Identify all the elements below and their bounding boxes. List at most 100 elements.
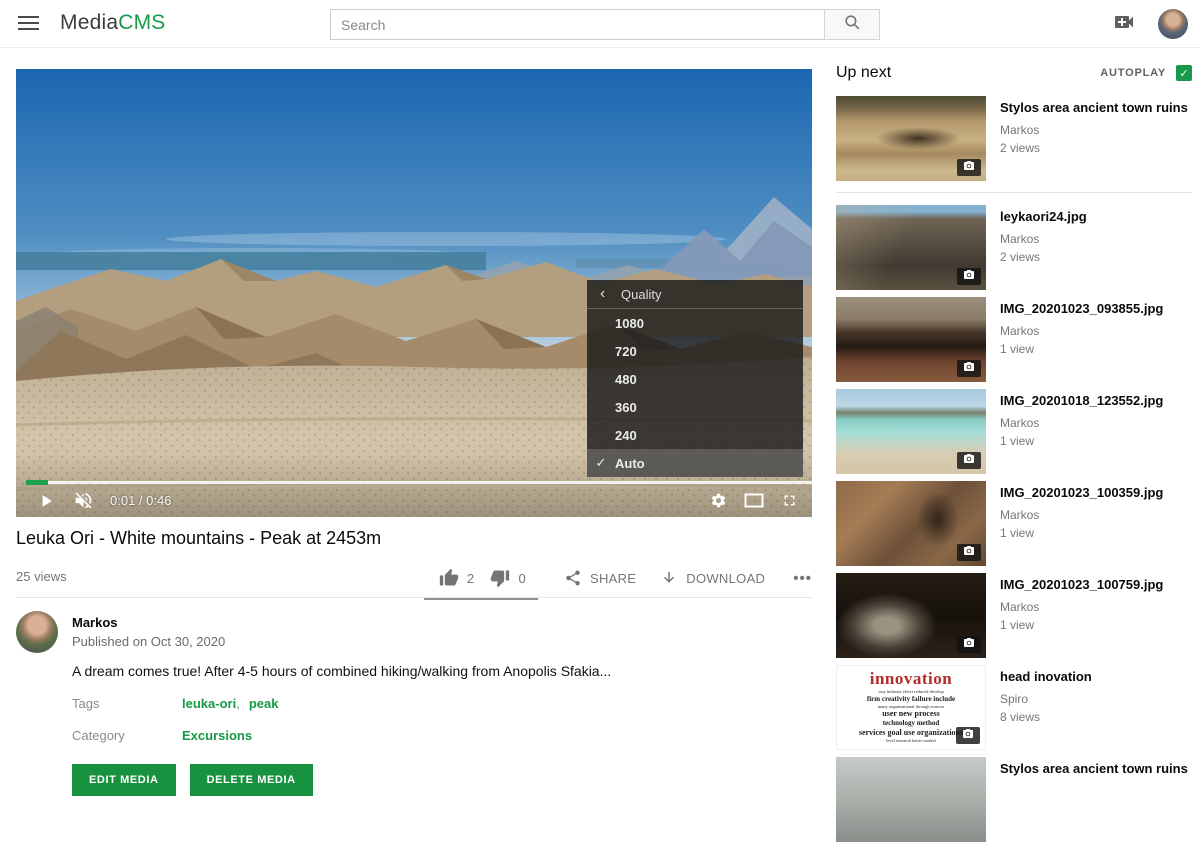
- up-next-item-1[interactable]: Stylos area ancient town ruins Markos 2 …: [836, 96, 1192, 181]
- thumbnail: [836, 297, 986, 382]
- tags-row: Tags leuka-ori, peak: [72, 696, 278, 711]
- quality-menu-title: Quality: [621, 287, 661, 302]
- volume-muted-icon: [73, 490, 94, 511]
- delete-media-button[interactable]: DELETE MEDIA: [190, 764, 313, 796]
- quality-option-240[interactable]: 240: [587, 421, 803, 449]
- search-icon: [843, 13, 862, 37]
- fullscreen-button[interactable]: [781, 492, 798, 509]
- share-button[interactable]: SHARE: [564, 569, 636, 587]
- dislike-button[interactable]: 0: [490, 568, 526, 588]
- top-navbar: MediaCMS: [0, 0, 1200, 48]
- item-views: 2 views: [1000, 141, 1188, 155]
- quality-option-auto[interactable]: ✓ Auto: [587, 449, 803, 477]
- camera-icon: [963, 452, 975, 470]
- author-name[interactable]: Markos: [72, 615, 225, 630]
- divider: [836, 192, 1192, 193]
- item-author: Markos: [1000, 600, 1163, 614]
- tag-link-leuka-ori[interactable]: leuka-ori: [182, 696, 236, 711]
- tags-label: Tags: [72, 696, 182, 711]
- camera-icon: [962, 727, 974, 745]
- edit-media-button[interactable]: EDIT MEDIA: [72, 764, 176, 796]
- item-views: 1 view: [1000, 618, 1163, 632]
- theater-mode-button[interactable]: [744, 493, 764, 508]
- autoplay-label: AUTOPLAY: [1100, 67, 1166, 79]
- up-next-item-3[interactable]: IMG_20201023_093855.jpg Markos 1 view: [836, 297, 1192, 382]
- autoplay-toggle: AUTOPLAY ✓: [1100, 65, 1192, 81]
- search-input[interactable]: [330, 9, 825, 40]
- logo-cms-text: CMS: [118, 11, 165, 34]
- item-title: leykaori24.jpg: [1000, 209, 1087, 224]
- item-title: Stylos area ancient town ruins: [1000, 100, 1188, 115]
- category-link[interactable]: Excursions: [182, 728, 252, 743]
- up-next-item-7[interactable]: innovation way industry effect reduced d…: [836, 665, 1192, 750]
- more-options-button[interactable]: •••: [789, 570, 812, 587]
- item-author: Spiro: [1000, 692, 1092, 706]
- camera-icon: [963, 636, 975, 654]
- author-avatar[interactable]: [16, 611, 58, 653]
- check-icon: ✓: [1179, 67, 1188, 80]
- more-dots-icon: •••: [793, 570, 812, 587]
- media-title: Leuka Ori - White mountains - Peak at 24…: [16, 528, 716, 549]
- up-next-item-6[interactable]: IMG_20201023_100759.jpg Markos 1 view: [836, 573, 1192, 658]
- item-views: 1 view: [1000, 526, 1163, 540]
- download-label: DOWNLOAD: [686, 571, 765, 586]
- menu-icon[interactable]: [18, 16, 39, 31]
- autoplay-checkbox[interactable]: ✓: [1176, 65, 1192, 81]
- search-button[interactable]: [824, 9, 880, 40]
- rating-group: 2 0: [439, 568, 540, 588]
- author-row: Markos Published on Oct 30, 2020: [16, 611, 225, 653]
- up-next-item-5[interactable]: IMG_20201023_100359.jpg Markos 1 view: [836, 481, 1192, 566]
- gear-icon: [710, 492, 727, 509]
- settings-button[interactable]: [710, 492, 727, 509]
- item-views: 1 view: [1000, 342, 1163, 356]
- up-next-item-4[interactable]: IMG_20201018_123552.jpg Markos 1 view: [836, 389, 1192, 474]
- item-title: head inovation: [1000, 669, 1092, 684]
- item-title: IMG_20201023_100359.jpg: [1000, 485, 1163, 500]
- image-type-badge: [957, 159, 981, 176]
- up-next-item-8[interactable]: Stylos area ancient town ruins: [836, 757, 1192, 842]
- tag-separator: ,: [236, 696, 240, 711]
- app-logo[interactable]: MediaCMS: [60, 11, 165, 35]
- quality-menu: ‹ Quality 1080 720 480 360 240 ✓ Auto: [587, 280, 803, 477]
- image-type-badge: [957, 544, 981, 561]
- share-label: SHARE: [590, 571, 636, 586]
- mute-button[interactable]: [73, 490, 94, 511]
- item-views: 8 views: [1000, 710, 1092, 724]
- quality-option-360[interactable]: 360: [587, 393, 803, 421]
- camera-icon: [963, 159, 975, 177]
- image-type-badge: [957, 452, 981, 469]
- category-row: Category Excursions: [72, 728, 252, 743]
- logo-media-text: Media: [60, 11, 118, 34]
- quality-option-720[interactable]: 720: [587, 337, 803, 365]
- search-bar: [330, 9, 880, 40]
- item-author: Markos: [1000, 232, 1087, 246]
- quality-menu-header[interactable]: ‹ Quality: [587, 280, 803, 309]
- quality-option-480[interactable]: 480: [587, 365, 803, 393]
- user-avatar[interactable]: [1158, 9, 1188, 39]
- up-next-sidebar: Up next AUTOPLAY ✓ Stylos area ancient t…: [836, 60, 1192, 849]
- camera-icon: [963, 544, 975, 562]
- tag-link-peak[interactable]: peak: [249, 696, 279, 711]
- chevron-left-icon: ‹: [600, 285, 621, 303]
- item-views: 2 views: [1000, 250, 1087, 264]
- image-type-badge: [957, 360, 981, 377]
- media-description: A dream comes true! After 4-5 hours of c…: [72, 663, 712, 679]
- player-controls: 0:01 / 0:46: [16, 484, 812, 517]
- like-button[interactable]: 2: [439, 568, 475, 588]
- owner-buttons: EDIT MEDIA DELETE MEDIA: [72, 764, 313, 796]
- play-button[interactable]: [36, 491, 56, 511]
- time-display: 0:01 / 0:46: [110, 493, 171, 508]
- media-meta-row: 25 views 2 0: [16, 558, 812, 598]
- category-label: Category: [72, 728, 182, 743]
- video-player[interactable]: ‹ Quality 1080 720 480 360 240 ✓ Auto: [16, 69, 812, 517]
- download-button[interactable]: DOWNLOAD: [660, 569, 765, 587]
- thumb-down-icon: [490, 568, 510, 588]
- item-author: Markos: [1000, 416, 1163, 430]
- theater-mode-icon: [744, 493, 764, 508]
- quality-option-1080[interactable]: 1080: [587, 309, 803, 337]
- add-media-button[interactable]: [1112, 12, 1136, 36]
- thumbnail: [836, 96, 986, 181]
- up-next-item-2[interactable]: leykaori24.jpg Markos 2 views: [836, 205, 1192, 290]
- media-actions: 2 0 SHARE: [439, 558, 812, 598]
- item-author: Markos: [1000, 324, 1163, 338]
